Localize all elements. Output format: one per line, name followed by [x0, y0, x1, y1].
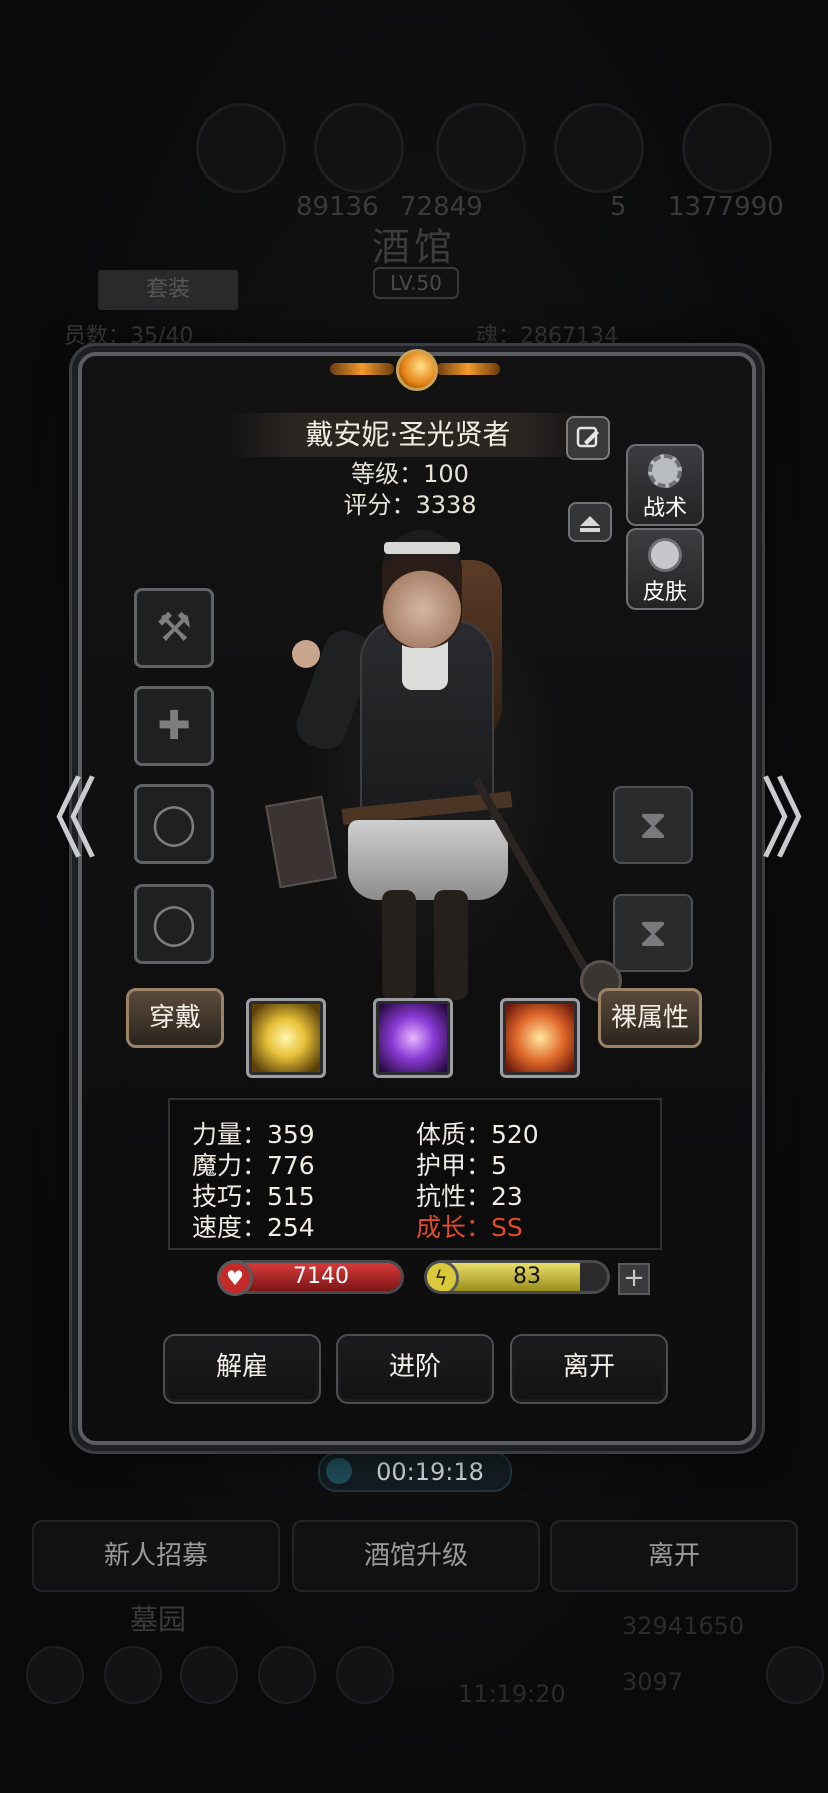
locked-slot[interactable]: ⧗	[613, 786, 693, 864]
menu-circle-icon[interactable]	[336, 1646, 394, 1704]
add-circle-icon[interactable]	[766, 1646, 824, 1704]
hero-score: 评分：3338	[343, 491, 477, 519]
hp-value: 7140	[293, 1264, 349, 1289]
menu-circle-icon[interactable]	[180, 1646, 238, 1704]
moon-emblem-icon	[330, 345, 500, 397]
screen-title: 酒馆	[371, 225, 456, 269]
tavern-level-badge: LV.50	[373, 267, 459, 299]
ring-icon: ◯	[151, 901, 197, 947]
ring-slot[interactable]: ◯	[134, 784, 214, 864]
energy-bar: ϟ 83	[424, 1260, 610, 1294]
ring-icon: ◯	[151, 801, 197, 847]
holy-shield-icon[interactable]	[500, 998, 580, 1078]
hp-bar: ♥ 7140	[217, 1260, 404, 1296]
refresh-icon	[648, 538, 682, 572]
armor-icon: ✚	[157, 703, 191, 749]
hero-portrait	[262, 520, 622, 1002]
stat-speed: 速度：254	[192, 1213, 315, 1242]
armor-slot[interactable]: ✚	[134, 686, 214, 766]
resource-icon	[314, 103, 404, 193]
pencil-icon	[576, 426, 599, 448]
locked-slot[interactable]: ⧗	[613, 894, 693, 972]
stat-growth: 成长：SS	[416, 1213, 523, 1242]
resource-icon	[436, 103, 526, 193]
hammer-icon: ⚒	[156, 605, 192, 651]
next-hero-arrow[interactable]: 》	[760, 775, 828, 865]
add-energy-button[interactable]: +	[618, 1263, 650, 1295]
tab-suit[interactable]: 套装	[98, 270, 238, 310]
menu-circle-icon[interactable]	[104, 1646, 162, 1704]
tactics-button[interactable]: 战术	[626, 444, 704, 526]
energy-value: 83	[513, 1264, 541, 1289]
recruit-button[interactable]: 新人招募	[32, 1520, 280, 1592]
skin-label: 皮肤	[642, 580, 687, 605]
burst-light-icon[interactable]	[246, 998, 326, 1078]
clock-text: 11:19:20	[458, 1680, 566, 1708]
tactics-label: 战术	[642, 496, 687, 521]
leave-button[interactable]: 离开	[510, 1334, 668, 1404]
prev-hero-arrow[interactable]: 《	[10, 775, 98, 865]
hero-level: 等级：100	[351, 460, 469, 488]
ring-slot[interactable]: ◯	[134, 884, 214, 964]
skin-button[interactable]: 皮肤	[626, 528, 704, 610]
section-label: 墓园	[130, 1603, 187, 1636]
hourglass-icon: ⧗	[638, 802, 668, 848]
equip-button[interactable]: 穿戴	[126, 988, 224, 1048]
leave-tavern-button[interactable]: 离开	[550, 1520, 798, 1592]
gem-amount: 3097	[622, 1668, 684, 1696]
arcane-rune-icon[interactable]	[373, 998, 453, 1078]
menu-circle-icon[interactable]	[26, 1646, 84, 1704]
dismiss-button[interactable]: 解雇	[163, 1334, 321, 1404]
resource-icon	[196, 103, 286, 193]
resource-icon	[554, 103, 644, 193]
hourglass-icon: ⧗	[638, 910, 668, 956]
resource-icon	[682, 103, 772, 193]
refresh-timer: 00:19:18	[318, 1452, 512, 1492]
gear-icon	[648, 454, 682, 488]
weapon-slot[interactable]: ⚒	[134, 588, 214, 668]
clock-icon	[326, 1458, 352, 1484]
hero-name: 戴安妮·圣光贤者	[305, 418, 511, 451]
advance-button[interactable]: 进阶	[336, 1334, 494, 1404]
menu-circle-icon[interactable]	[258, 1646, 316, 1704]
gold-amount: 32941650	[622, 1612, 745, 1640]
upgrade-tavern-button[interactable]: 酒馆升级	[292, 1520, 540, 1592]
timer-text: 00:19:18	[376, 1458, 484, 1486]
bare-attributes-button[interactable]: 裸属性	[598, 988, 702, 1048]
edit-name-button[interactable]	[566, 416, 610, 460]
capacity-text: 员数：35/40	[64, 324, 194, 349]
